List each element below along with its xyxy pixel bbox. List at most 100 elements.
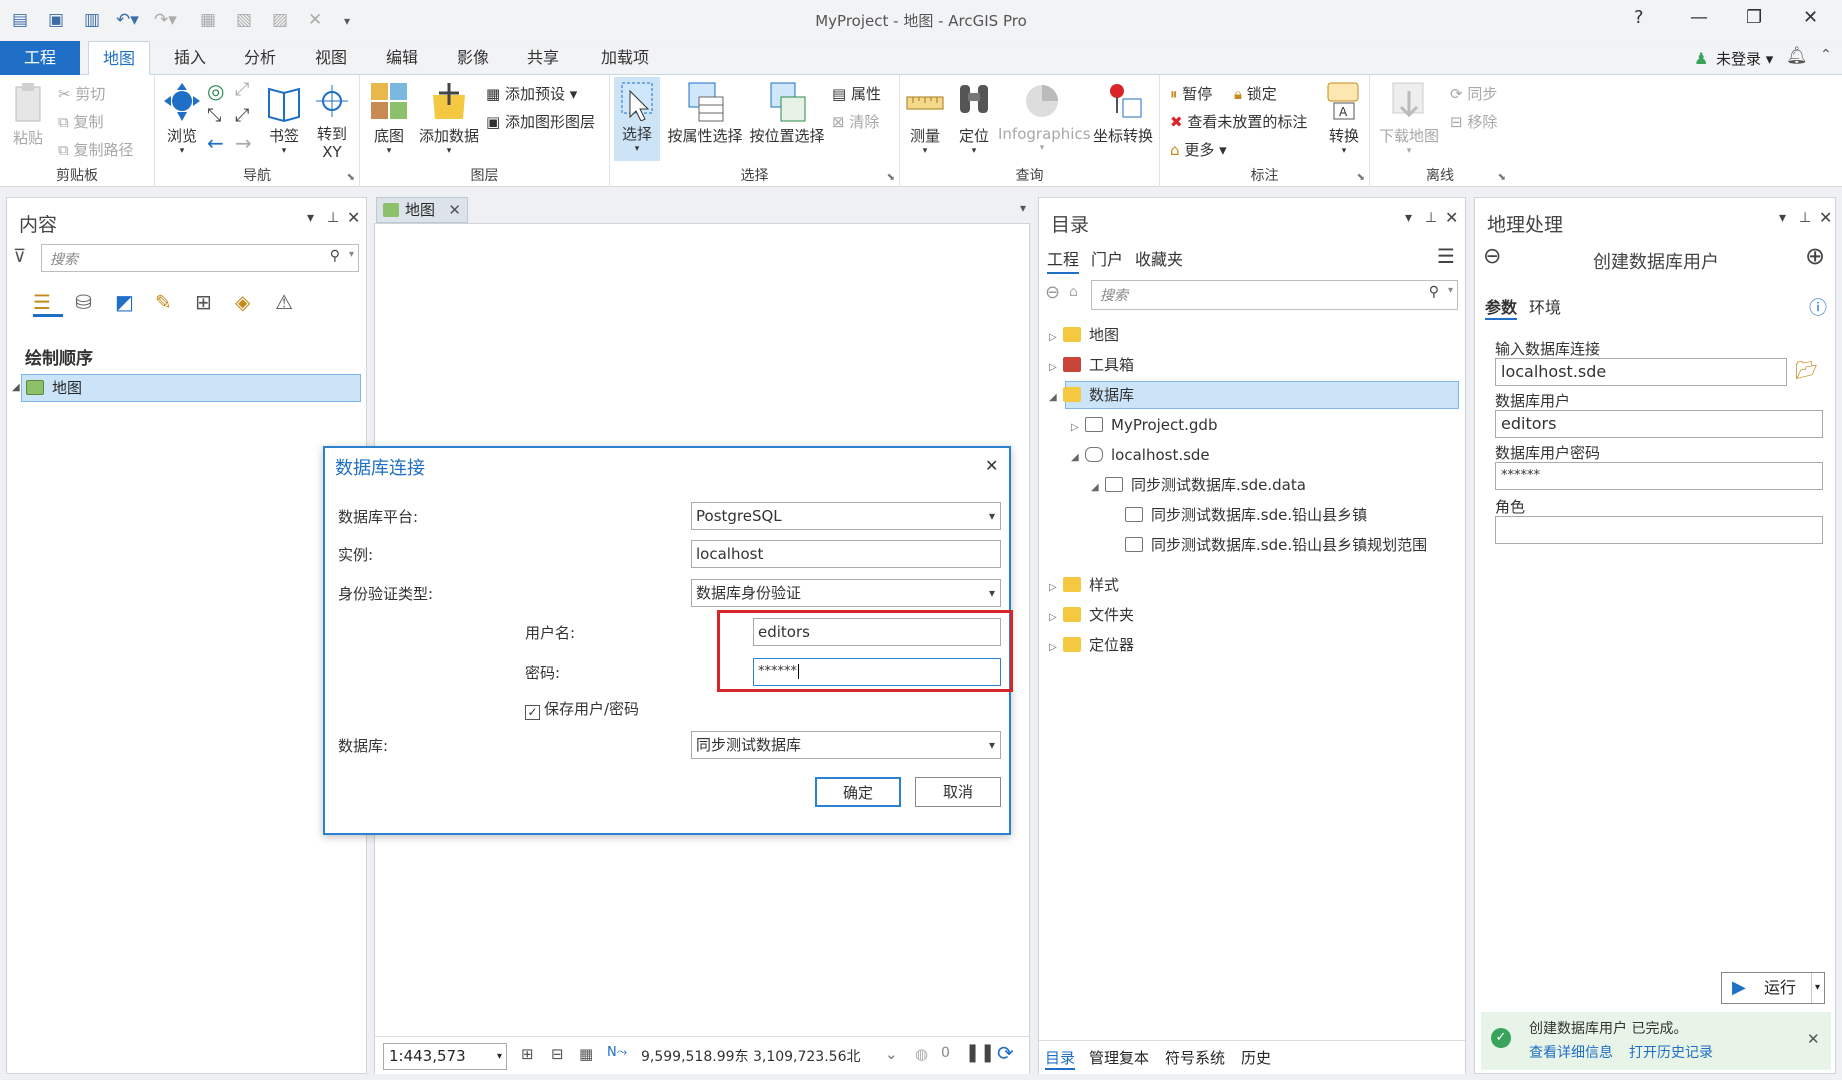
tree-item-fc-planning[interactable]: 同步测试数据库.sde.铅山县乡镇规划范围	[1125, 531, 1427, 559]
copy-button[interactable]: ⧉ 复制	[58, 111, 104, 132]
bookmarks-button[interactable]: 书签 ▾	[261, 81, 307, 156]
open-history-link[interactable]: 打开历史记录	[1629, 1042, 1713, 1062]
list-by-selection-icon[interactable]: ◩	[115, 290, 134, 314]
tree-item-fc-towns[interactable]: 同步测试数据库.sde.铅山县乡镇	[1125, 501, 1367, 529]
db-pwd-field[interactable]: ******	[1495, 462, 1823, 490]
tree-item-toolboxes[interactable]: ▷ 工具箱	[1049, 351, 1134, 379]
selection-launcher-icon[interactable]: ⬊	[887, 172, 895, 183]
select-by-attributes-button[interactable]: 按属性选择	[666, 81, 744, 146]
gp-tab-parameters[interactable]: 参数	[1485, 294, 1518, 320]
tree-item-locators[interactable]: ▷ 定位器	[1049, 631, 1134, 659]
notification-icon[interactable]: 🔔︎	[1786, 46, 1808, 66]
catalog-menu-icon[interactable]: ▾	[1405, 210, 1412, 226]
dismiss-message-icon[interactable]: ✕	[1807, 1030, 1820, 1048]
list-by-perspective-icon[interactable]: ⚠	[275, 290, 293, 314]
remove-button[interactable]: ⊟ 移除	[1450, 111, 1497, 132]
gp-pin-icon[interactable]: ⊥	[1799, 210, 1811, 226]
tree-item-databases[interactable]: ◢ 数据库	[1049, 381, 1134, 409]
unplaced-labels-button[interactable]: ✖ 查看未放置的标注	[1170, 111, 1307, 132]
tree-item-styles[interactable]: ▷ 样式	[1049, 571, 1119, 599]
pause-drawing-icon[interactable]: ❚❚	[965, 1042, 995, 1063]
bottom-tab-symbology[interactable]: 符号系统	[1165, 1047, 1225, 1068]
browse-folder-icon[interactable]: 📂︎	[1795, 360, 1818, 381]
catalog-close-icon[interactable]: ✕	[1445, 208, 1458, 227]
select-by-location-button[interactable]: 按位置选择	[748, 81, 826, 146]
sign-in-button[interactable]: 未登录 ▾	[1716, 48, 1773, 69]
catalog-back-icon[interactable]: ⊖	[1045, 282, 1060, 303]
tab-edit[interactable]: 编辑	[372, 41, 432, 75]
bottom-tab-replicas[interactable]: 管理复本	[1089, 1047, 1149, 1068]
tab-imagery[interactable]: 影像	[443, 41, 503, 75]
close-icon[interactable]: ✕	[1803, 7, 1818, 28]
add-graphics-layer-button[interactable]: ▣ 添加图形图层	[486, 111, 595, 132]
close-pane-icon[interactable]: ✕	[347, 208, 360, 227]
selected-features-icon[interactable]: ◍	[915, 1045, 928, 1063]
list-by-editing-icon[interactable]: ✎	[155, 290, 172, 314]
list-by-labeling-icon[interactable]: ◈	[235, 290, 250, 314]
tree-item-folders[interactable]: ▷ 文件夹	[1049, 601, 1134, 629]
tab-share[interactable]: 共享	[513, 41, 573, 75]
add-data-button[interactable]: 添加数据 ▾	[416, 81, 482, 156]
coordinate-conversion-button[interactable]: 坐标转换	[1088, 81, 1158, 146]
list-by-snapping-icon[interactable]: ⊞	[195, 290, 212, 314]
locate-button[interactable]: 定位 ▾	[952, 81, 996, 156]
north-arrow-icon[interactable]: N⤳	[607, 1045, 627, 1060]
catalog-tab-portal[interactable]: 门户	[1091, 246, 1123, 270]
tab-addins[interactable]: 加载项	[590, 41, 660, 75]
dialog-close-icon[interactable]: ✕	[985, 456, 998, 475]
gp-help-icon[interactable]: ⓘ	[1809, 294, 1827, 320]
ok-button[interactable]: 确定	[815, 777, 901, 807]
cancel-button[interactable]: 取消	[915, 777, 1001, 807]
goto-xy-button[interactable]: 转到 XY	[309, 81, 355, 161]
contents-search-input[interactable]: 搜索 ⚲ ▾	[41, 244, 359, 272]
grid-icon[interactable]: ⊟	[551, 1045, 564, 1063]
catalog-menu-hamburger-icon[interactable]: ☰	[1437, 244, 1455, 268]
pause-labels-button[interactable]: ⏸ 暂停	[1170, 83, 1212, 104]
catalog-search-input[interactable]: 搜索 ⚲ ▾	[1091, 280, 1458, 310]
refresh-icon[interactable]: ⟳	[997, 1041, 1014, 1065]
lock-labels-button[interactable]: 🔒︎ 锁定	[1234, 83, 1277, 104]
gp-tab-environments[interactable]: 环境	[1529, 294, 1561, 318]
pane-menu-icon[interactable]: ▾	[307, 210, 314, 226]
map-tree-item[interactable]: ◢ 地图	[12, 374, 361, 402]
paste-button[interactable]: 粘贴	[8, 81, 48, 148]
bottom-tab-catalog[interactable]: 目录	[1045, 1047, 1076, 1070]
table-grid-icon[interactable]: ▦	[579, 1045, 593, 1063]
navigate-launcher-icon[interactable]: ⬊	[347, 172, 355, 183]
gp-menu-icon[interactable]: ▾	[1779, 210, 1786, 226]
catalog-tab-project[interactable]: 工程	[1047, 246, 1080, 274]
list-by-data-source-icon[interactable]: ⛁	[75, 290, 92, 314]
tab-project[interactable]: 工程	[0, 41, 80, 75]
download-map-button[interactable]: 下载地图 ▾	[1376, 81, 1442, 156]
gp-add-icon[interactable]: ⊕	[1805, 242, 1825, 270]
list-by-drawing-order-icon[interactable]: ☰	[33, 290, 63, 317]
filter-icon[interactable]: ⊽	[13, 246, 26, 267]
restore-icon[interactable]: ❐	[1746, 7, 1762, 28]
minimize-icon[interactable]: —	[1690, 7, 1708, 28]
select-button[interactable]: 选择 ▾	[614, 77, 660, 161]
tab-insert[interactable]: 插入	[160, 41, 220, 75]
tab-map[interactable]: 地图	[88, 41, 150, 76]
clear-selection-button[interactable]: ⊠ 清除	[832, 111, 879, 132]
bottom-tab-history[interactable]: 历史	[1241, 1047, 1271, 1068]
catalog-home-icon[interactable]: ⌂	[1069, 284, 1078, 300]
tab-view[interactable]: 视图	[301, 41, 361, 75]
database-select[interactable]: 同步测试数据库	[691, 731, 1001, 759]
tree-item-maps[interactable]: ▷ 地图	[1049, 321, 1119, 349]
map-view-tab[interactable]: 地图 ✕	[376, 197, 468, 223]
view-details-link[interactable]: 查看详细信息	[1529, 1042, 1613, 1062]
input-conn-field[interactable]: localhost.sde	[1495, 358, 1787, 386]
copy-path-button[interactable]: ⧉ 复制路径	[58, 139, 134, 160]
snapping-icon[interactable]: ⊞	[521, 1045, 534, 1063]
measure-button[interactable]: 测量 ▾	[902, 81, 948, 156]
pin-icon[interactable]: ⊥	[327, 210, 339, 226]
scale-input[interactable]: 1:443,573 ▾	[383, 1043, 507, 1070]
run-button[interactable]: ▶ 运行 ▾	[1721, 972, 1825, 1004]
catalog-pin-icon[interactable]: ⊥	[1425, 210, 1437, 226]
back-icon[interactable]: ←	[207, 131, 224, 155]
attributes-button[interactable]: ▤ 属性	[832, 83, 881, 104]
role-field[interactable]	[1495, 516, 1823, 544]
help-button[interactable]: ?	[1634, 7, 1644, 28]
fixed-zoom-icon[interactable]: ⤢	[235, 79, 249, 100]
collapse-ribbon-icon[interactable]: ⌃	[1820, 47, 1832, 63]
